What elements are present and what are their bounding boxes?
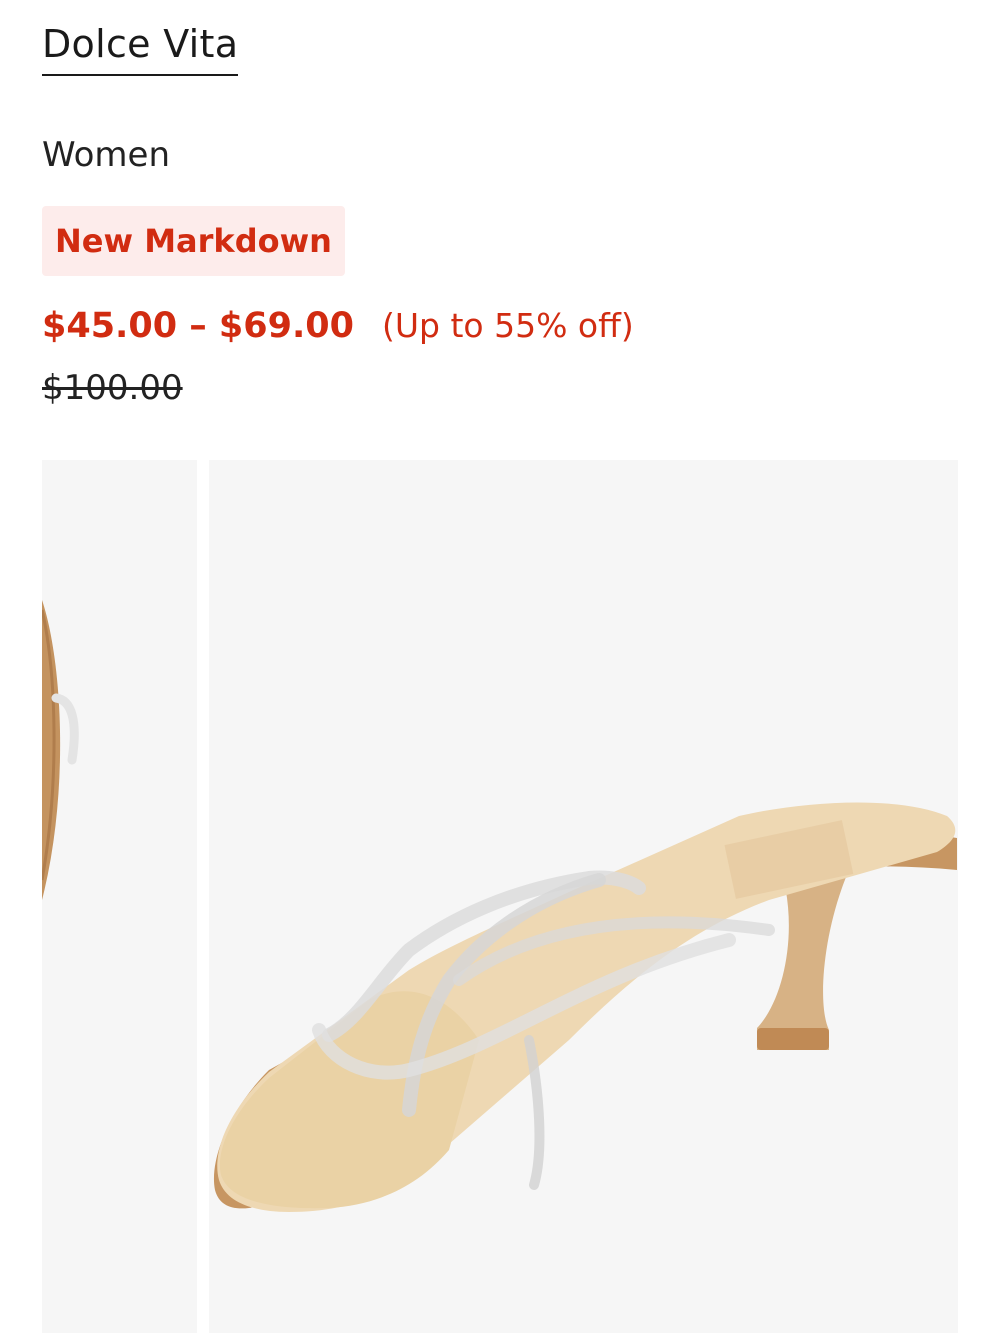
price-row: $45.00 – $69.00 (Up to 55% off) [42, 306, 634, 346]
sandal-side-image [42, 600, 79, 900]
sandal-main-image [213, 802, 957, 1212]
badge-label: New Markdown [55, 222, 332, 260]
product-category: Women [42, 135, 171, 175]
gallery-main-image[interactable] [209, 460, 958, 1333]
sale-price: $45.00 – $69.00 [42, 306, 354, 346]
original-price: $100.00 [42, 368, 183, 408]
new-markdown-badge: New Markdown [42, 206, 345, 276]
brand-link[interactable]: Dolce Vita [42, 22, 239, 76]
gallery-thumbnail[interactable] [42, 460, 197, 1333]
discount-label: (Up to 55% off) [382, 306, 634, 345]
